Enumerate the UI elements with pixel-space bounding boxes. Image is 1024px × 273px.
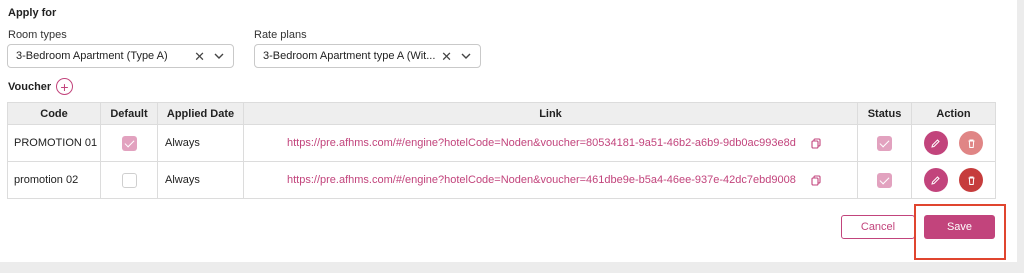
column-header-code: Code: [7, 102, 101, 125]
link-cell: https://pre.afhms.com/#/engine?hotelCode…: [243, 161, 858, 199]
clear-icon[interactable]: ✕: [441, 50, 452, 63]
column-header-status: Status: [857, 102, 912, 125]
delete-button[interactable]: [959, 131, 984, 155]
save-highlight-box: [914, 204, 1006, 260]
default-cell: [100, 124, 158, 162]
rate-plans-label: Rate plans: [254, 29, 307, 41]
voucher-table: Code Default Applied Date Link Status Ac…: [7, 102, 996, 199]
applied-date: Always: [157, 161, 244, 199]
column-header-default: Default: [100, 102, 158, 125]
apply-for-panel: Apply for Room types 3-Bedroom Apartment…: [0, 0, 1017, 262]
column-header-link: Link: [243, 102, 858, 125]
rate-plans-select[interactable]: 3-Bedroom Apartment type A (Wit... ✕: [254, 44, 481, 68]
default-checkbox[interactable]: [121, 172, 137, 188]
voucher-link[interactable]: https://pre.afhms.com/#/engine?hotelCode…: [287, 137, 796, 149]
status-checkbox[interactable]: [877, 135, 892, 151]
cancel-button[interactable]: Cancel: [841, 215, 915, 239]
status-cell: [857, 161, 912, 199]
status-checkbox[interactable]: [877, 172, 892, 188]
voucher-label: Voucher: [8, 81, 52, 93]
action-cell: [911, 124, 996, 162]
link-cell: https://pre.afhms.com/#/engine?hotelCode…: [243, 124, 858, 162]
pencil-icon: [931, 175, 941, 185]
status-cell: [857, 124, 912, 162]
room-types-label: Room types: [8, 29, 67, 41]
trash-icon: [968, 139, 975, 148]
table-row: PROMOTION 01 Always https://pre.afhms.co…: [7, 124, 996, 162]
voucher-code: promotion 02: [7, 161, 101, 199]
table-header-row: Code Default Applied Date Link Status Ac…: [7, 102, 996, 125]
room-types-value: 3-Bedroom Apartment (Type A): [16, 50, 168, 62]
default-cell: [100, 161, 158, 199]
chevron-down-icon[interactable]: [460, 50, 472, 62]
plus-circle-icon: +: [60, 78, 69, 95]
column-header-action: Action: [911, 102, 996, 125]
default-checkbox[interactable]: [121, 135, 137, 151]
applied-date: Always: [157, 124, 244, 162]
chevron-down-icon[interactable]: [213, 50, 225, 62]
copy-icon[interactable]: [811, 175, 821, 186]
apply-for-title: Apply for: [8, 7, 57, 19]
clear-icon[interactable]: ✕: [194, 50, 205, 63]
copy-icon[interactable]: [811, 138, 821, 149]
voucher-code: PROMOTION 01: [7, 124, 101, 162]
action-cell: [911, 161, 996, 199]
rate-plans-value: 3-Bedroom Apartment type A (Wit...: [263, 50, 436, 62]
pencil-icon: [931, 138, 941, 148]
room-types-select[interactable]: 3-Bedroom Apartment (Type A) ✕: [7, 44, 234, 68]
edit-button[interactable]: [923, 131, 948, 155]
add-voucher-button[interactable]: +: [56, 78, 73, 95]
delete-button[interactable]: [959, 168, 984, 192]
edit-button[interactable]: [923, 168, 948, 192]
table-row: promotion 02 Always https://pre.afhms.co…: [7, 161, 996, 199]
voucher-link[interactable]: https://pre.afhms.com/#/engine?hotelCode…: [287, 174, 796, 186]
column-header-applied-date: Applied Date: [157, 102, 244, 125]
trash-icon: [968, 176, 975, 185]
